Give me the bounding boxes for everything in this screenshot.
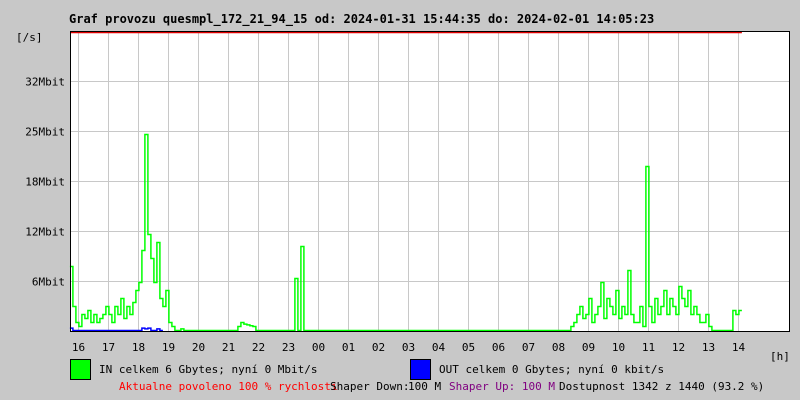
x-tick-label: 02	[372, 341, 385, 354]
y-tick-label: 32Mbit	[25, 76, 65, 89]
shaper-down-label: Shaper Down:	[330, 380, 410, 393]
x-tick-label: 10	[612, 341, 625, 354]
x-tick-label: 05	[462, 341, 475, 354]
legend-in-label: IN celkem 6 Gbytes; nyní 0 Mbit/s	[99, 363, 318, 376]
x-tick-label: 00	[312, 341, 325, 354]
availability-text: Dostupnost 1342 z 1440 (93.2 %)	[559, 380, 765, 393]
x-tick-label: 18	[132, 341, 145, 354]
x-tick-label: 13	[702, 341, 715, 354]
x-tick-label: 16	[72, 341, 85, 354]
plot-area: 16 17 18 19 20 21 22 23 00 01 02 03 04 05 06 07 08 09 10 11…	[25, 31, 790, 354]
x-tick-label: 01	[342, 341, 355, 354]
x-tick-label: 17	[102, 341, 115, 354]
x-tick-label: 04	[432, 341, 446, 354]
legend-out-label: OUT celkem 0 Gbytes; nyní 0 kbit/s	[439, 363, 665, 376]
traffic-graph: Graf provozu quesmpl_172_21_94_15 od: 20…	[0, 0, 800, 400]
x-tick-label: 20	[192, 341, 205, 354]
x-tick-label: 22	[252, 341, 265, 354]
x-tick-label: 11	[642, 341, 655, 354]
x-tick-label: 23	[282, 341, 295, 354]
y-tick-label: 6Mbit	[32, 276, 65, 289]
y-tick-label: 12Mbit	[25, 226, 65, 239]
allowed-speed-text: Aktualne povoleno 100 % rychlosti	[119, 380, 338, 393]
x-tick-label: 03	[402, 341, 415, 354]
x-tick-label: 08	[552, 341, 565, 354]
shaper-down-value: 100 M	[408, 380, 442, 393]
x-tick-label: 14	[732, 341, 746, 354]
x-tick-label: 12	[672, 341, 685, 354]
y-axis-unit: [/s]	[16, 31, 43, 44]
x-axis-unit: [h]	[770, 350, 790, 363]
legend-out-swatch	[410, 359, 431, 380]
x-tick-label: 21	[222, 341, 235, 354]
x-tick-label: 06	[492, 341, 505, 354]
x-tick-label: 19	[162, 341, 175, 354]
y-tick-label: 18Mbit	[25, 176, 65, 189]
y-tick-label: 25Mbit	[25, 126, 65, 139]
shaper-up-text: Shaper Up: 100 M	[449, 380, 555, 393]
x-tick-label: 09	[582, 341, 595, 354]
x-tick-label: 07	[522, 341, 535, 354]
legend-in-swatch	[70, 359, 91, 380]
